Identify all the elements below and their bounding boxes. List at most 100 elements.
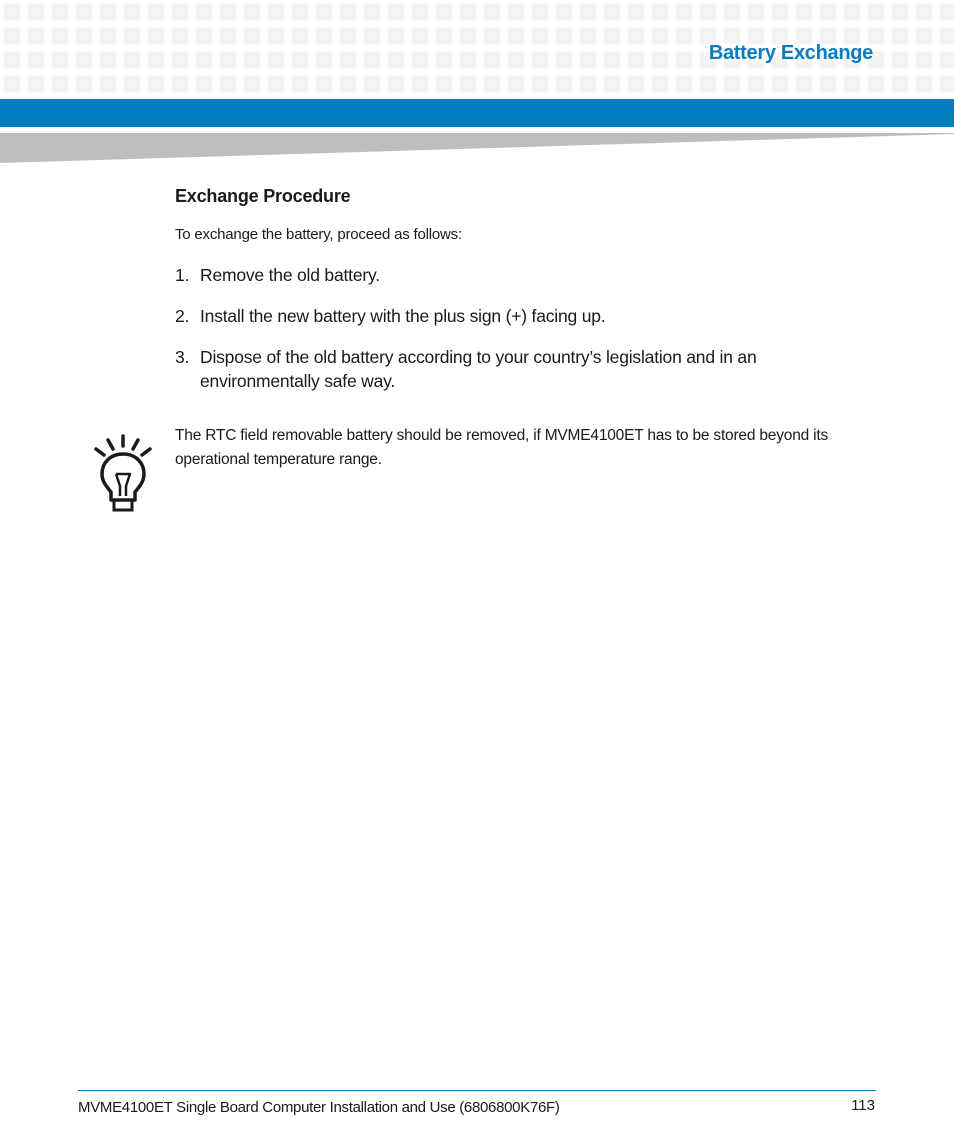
pattern-square: [124, 52, 140, 68]
pattern-square: [76, 52, 92, 68]
step-number: 2.: [175, 306, 190, 326]
pattern-square: [748, 76, 764, 92]
step-text: Dispose of the old battery according to …: [200, 347, 757, 391]
pattern-square: [628, 4, 644, 20]
pattern-square: [556, 4, 572, 20]
pattern-square: [124, 4, 140, 20]
pattern-square: [484, 52, 500, 68]
pattern-square: [940, 52, 954, 68]
pattern-square: [316, 28, 332, 44]
pattern-square: [436, 76, 452, 92]
pattern-square: [916, 76, 932, 92]
header-blue-band: [0, 99, 954, 127]
pattern-square: [340, 28, 356, 44]
pattern-square: [652, 4, 668, 20]
pattern-square: [892, 28, 908, 44]
pattern-square: [148, 28, 164, 44]
pattern-square: [844, 4, 860, 20]
pattern-square: [172, 28, 188, 44]
pattern-square: [28, 76, 44, 92]
pattern-square: [100, 4, 116, 20]
pattern-square: [220, 4, 236, 20]
pattern-square: [916, 52, 932, 68]
pattern-square: [244, 28, 260, 44]
pattern-square: [580, 4, 596, 20]
pattern-square: [52, 28, 68, 44]
pattern-square: [460, 52, 476, 68]
pattern-square: [916, 28, 932, 44]
pattern-square: [292, 76, 308, 92]
pattern-square: [76, 4, 92, 20]
pattern-square: [940, 4, 954, 20]
pattern-square: [916, 4, 932, 20]
pattern-square: [892, 4, 908, 20]
pattern-square: [484, 28, 500, 44]
pattern-square: [532, 4, 548, 20]
pattern-square: [700, 4, 716, 20]
pattern-square: [100, 52, 116, 68]
pattern-square: [100, 76, 116, 92]
pattern-square: [364, 76, 380, 92]
pattern-square: [892, 76, 908, 92]
pattern-square: [268, 28, 284, 44]
pattern-square: [268, 4, 284, 20]
pattern-square: [436, 28, 452, 44]
pattern-square: [100, 28, 116, 44]
step-number: 1.: [175, 265, 190, 285]
pattern-square: [388, 52, 404, 68]
pattern-square: [628, 28, 644, 44]
pattern-square: [796, 4, 812, 20]
footer-document-title: MVME4100ET Single Board Computer Install…: [78, 1099, 560, 1116]
pattern-square: [580, 28, 596, 44]
step-text: Install the new battery with the plus si…: [200, 306, 606, 326]
section-title: Battery Exchange: [708, 42, 873, 64]
pattern-square: [220, 28, 236, 44]
pattern-square: [700, 76, 716, 92]
procedure-heading: Exchange Procedure: [175, 186, 351, 206]
pattern-square: [268, 52, 284, 68]
pattern-square: [412, 76, 428, 92]
pattern-square: [4, 28, 20, 44]
step-item: 1. Remove the old battery.: [175, 263, 865, 287]
pattern-square: [148, 4, 164, 20]
pattern-square: [268, 76, 284, 92]
pattern-square: [868, 4, 884, 20]
pattern-square: [604, 76, 620, 92]
footer-divider: [78, 1090, 876, 1091]
pattern-square: [412, 52, 428, 68]
pattern-square: [412, 28, 428, 44]
pattern-square: [604, 52, 620, 68]
pattern-square: [484, 4, 500, 20]
pattern-square: [76, 28, 92, 44]
pattern-square: [340, 76, 356, 92]
pattern-square: [676, 28, 692, 44]
pattern-square: [820, 76, 836, 92]
pattern-square: [508, 28, 524, 44]
pattern-square: [292, 28, 308, 44]
pattern-square: [604, 4, 620, 20]
header-gray-wedge: [0, 133, 954, 163]
pattern-square: [292, 4, 308, 20]
pattern-square: [388, 4, 404, 20]
pattern-square: [412, 4, 428, 20]
pattern-square: [892, 52, 908, 68]
step-item: 2. Install the new battery with the plus…: [175, 304, 865, 328]
pattern-square: [172, 52, 188, 68]
pattern-square: [940, 76, 954, 92]
note-text: The RTC field removable battery should b…: [175, 427, 829, 468]
intro-text: To exchange the battery, proceed as foll…: [175, 226, 462, 243]
pattern-square: [772, 76, 788, 92]
pattern-square: [4, 4, 20, 20]
pattern-square: [28, 4, 44, 20]
pattern-square: [724, 4, 740, 20]
pattern-square: [652, 28, 668, 44]
pattern-square: [748, 4, 764, 20]
pattern-square: [484, 76, 500, 92]
pattern-square: [652, 76, 668, 92]
pattern-square: [652, 52, 668, 68]
pattern-square: [508, 52, 524, 68]
pattern-square: [628, 76, 644, 92]
pattern-square: [316, 52, 332, 68]
pattern-square: [148, 52, 164, 68]
pattern-square: [172, 4, 188, 20]
